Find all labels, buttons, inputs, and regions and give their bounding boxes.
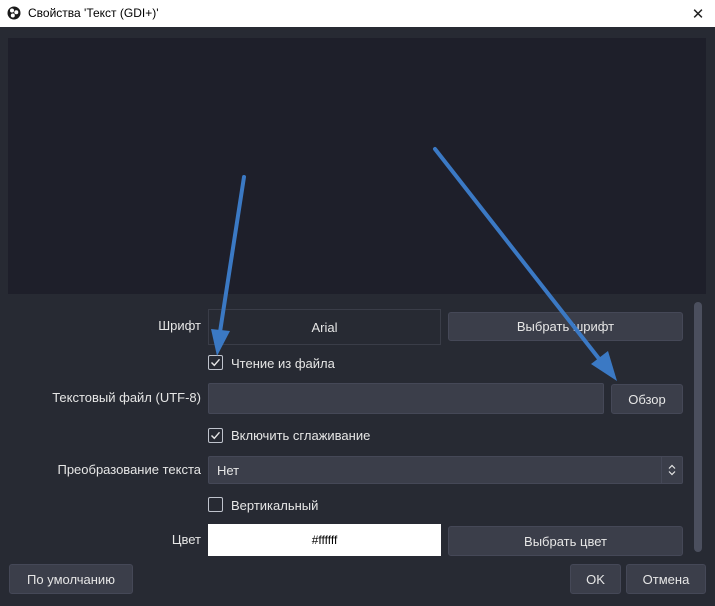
obs-logo-icon: [7, 6, 21, 20]
defaults-label: По умолчанию: [27, 571, 115, 587]
antialiasing-checkbox[interactable]: [208, 428, 223, 443]
transform-value: Нет: [217, 463, 240, 478]
ok-label: OK: [586, 571, 605, 587]
transform-label: Преобразование текста: [57, 462, 201, 477]
preview-area: [8, 38, 706, 294]
choose-font-label: Выбрать шрифт: [516, 319, 615, 334]
text-file-input[interactable]: [208, 383, 604, 414]
cancel-label: Отмена: [642, 571, 690, 587]
read-from-file-label: Чтение из файла: [231, 356, 335, 371]
properties-panel: Шрифт Arial Выбрать шрифт Чтение из файл…: [0, 300, 715, 556]
select-spinner: [661, 457, 682, 483]
antialiasing-label: Включить сглаживание: [231, 428, 371, 443]
color-label: Цвет: [171, 532, 201, 547]
text-file-label: Текстовый файл (UTF-8): [52, 390, 201, 405]
color-swatch: #ffffff: [208, 524, 441, 556]
color-value: #ffffff: [311, 533, 338, 547]
chevron-updown-icon: [668, 464, 676, 476]
checkmark-icon: [211, 431, 221, 440]
browse-button[interactable]: Обзор: [611, 384, 683, 414]
ok-button[interactable]: OK: [570, 564, 621, 594]
vertical-checkbox[interactable]: [208, 497, 223, 512]
window-title: Свойства 'Текст (GDI+)': [28, 6, 159, 20]
browse-label: Обзор: [628, 391, 666, 407]
close-icon: ✕: [691, 5, 705, 23]
window-titlebar: Свойства 'Текст (GDI+)' ✕: [0, 0, 715, 27]
scrollbar-thumb[interactable]: [694, 302, 702, 552]
read-from-file-checkbox[interactable]: [208, 355, 223, 370]
vertical-label: Вертикальный: [231, 498, 319, 513]
font-value: Arial: [311, 319, 338, 335]
properties-scrollbar[interactable]: [694, 302, 702, 552]
defaults-button[interactable]: По умолчанию: [9, 564, 133, 594]
cancel-button[interactable]: Отмена: [626, 564, 706, 594]
close-button[interactable]: ✕: [681, 0, 715, 27]
font-label: Шрифт: [158, 318, 201, 333]
choose-color-button[interactable]: Выбрать цвет: [448, 526, 683, 556]
transform-select[interactable]: Нет: [208, 456, 683, 484]
choose-color-label: Выбрать цвет: [524, 533, 607, 549]
font-display: Arial: [208, 309, 441, 345]
choose-font-button[interactable]: Выбрать шрифт: [448, 312, 683, 341]
checkmark-icon: [211, 358, 221, 367]
